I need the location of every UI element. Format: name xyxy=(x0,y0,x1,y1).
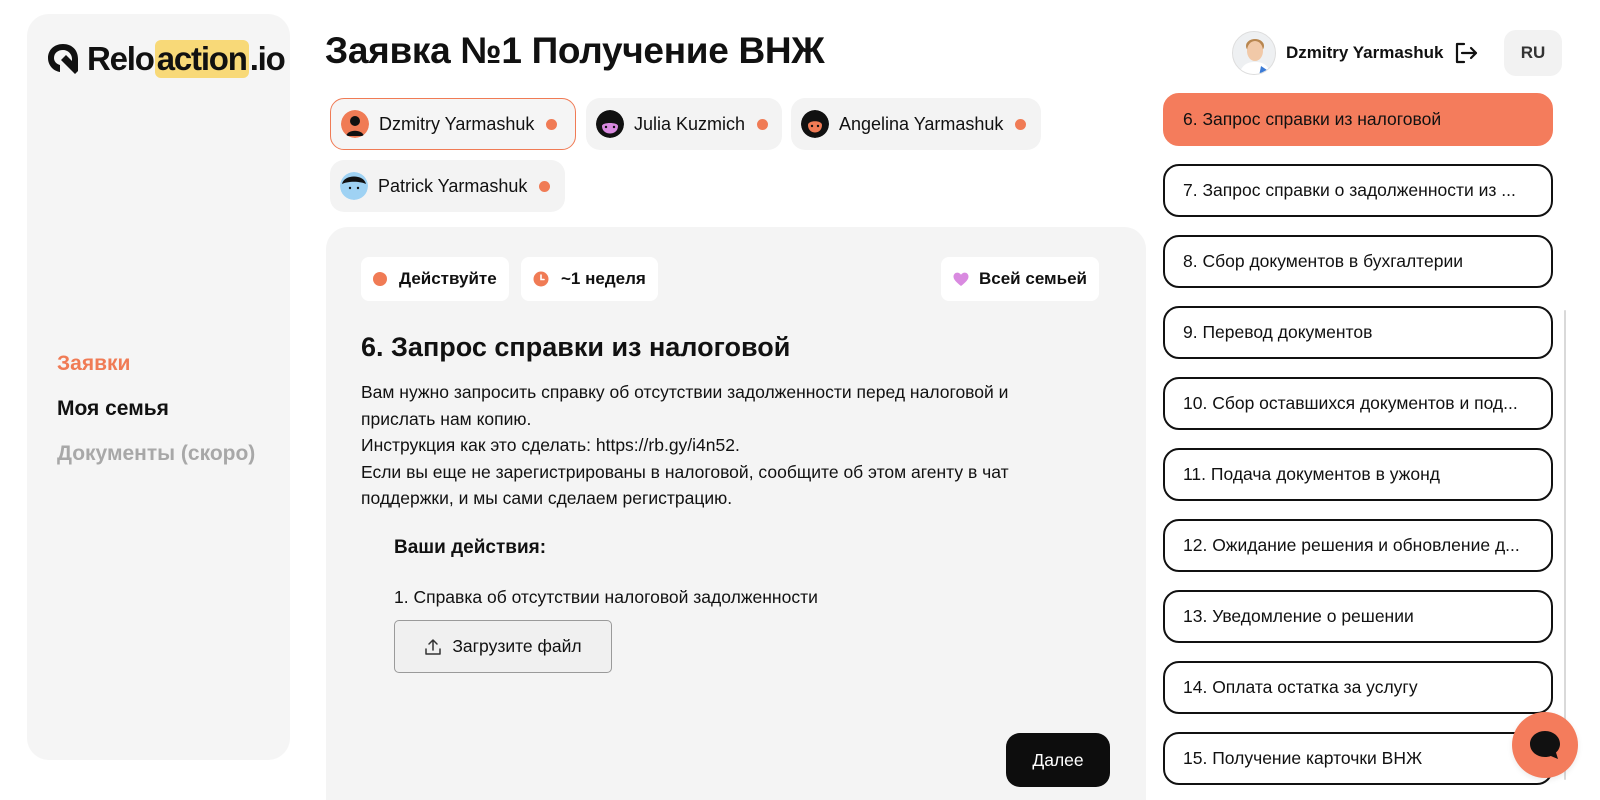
scope-label: Всей семьей xyxy=(979,269,1087,288)
chat-button[interactable] xyxy=(1512,712,1578,778)
member-avatar-icon xyxy=(341,110,369,138)
upload-file-button[interactable]: Загрузите файл xyxy=(394,620,612,673)
page-title: Заявка №1 Получение ВНЖ xyxy=(325,30,825,71)
member-status-dot xyxy=(1015,118,1027,130)
step-item-label: 9. Перевод документов xyxy=(1183,322,1373,342)
step-item-6[interactable]: 6. Запрос справки из налоговой xyxy=(1163,93,1553,146)
member-chip-dzmitry[interactable]: Dzmitry Yarmashuk xyxy=(330,98,576,150)
step-item-label: 10. Сбор оставшихся документов и под... xyxy=(1183,393,1518,413)
user-avatar[interactable] xyxy=(1232,31,1276,75)
upload-icon xyxy=(425,638,442,655)
member-name: Dzmitry Yarmashuk xyxy=(379,113,535,134)
sidebar-nav: Заявки Моя семья Документы (скоро) xyxy=(57,352,255,487)
description-line: поддержки, и мы сами сделаем регистрацию… xyxy=(361,488,733,508)
step-description: Вам нужно запросить справку об отсутстви… xyxy=(361,379,1081,512)
status-dot xyxy=(373,272,387,286)
step-item-11[interactable]: 11. Подача документов в ужонд xyxy=(1163,448,1553,501)
step-item-9[interactable]: 9. Перевод документов xyxy=(1163,306,1553,359)
member-name: Patrick Yarmashuk xyxy=(378,175,528,196)
member-name: Angelina Yarmashuk xyxy=(839,113,1004,134)
step-item-label: 7. Запрос справки о задолженности из ... xyxy=(1183,180,1516,200)
logo-part3: .io xyxy=(249,40,286,77)
step-item-label: 6. Запрос справки из налоговой xyxy=(1183,109,1442,129)
language-button[interactable]: RU xyxy=(1504,30,1562,76)
member-avatar-icon xyxy=(340,172,368,200)
sidebar: Relo action .io Заявки Моя семья Документы… xyxy=(27,14,290,760)
step-item-8[interactable]: 8. Сбор документов в бухгалтерии xyxy=(1163,235,1553,288)
duration-label: ~1 неделя xyxy=(561,269,646,288)
steps-scrollbar[interactable] xyxy=(1564,310,1566,780)
member-status-dot xyxy=(546,118,558,130)
step-title: 6. Запрос справки из налоговой xyxy=(361,332,791,362)
heart-icon xyxy=(953,272,969,286)
step-item-label: 15. Получение карточки ВНЖ xyxy=(1183,748,1423,768)
clock-icon xyxy=(533,271,549,287)
step-item-14[interactable]: 14. Оплата остатка за услугу xyxy=(1163,661,1553,714)
member-avatar-icon xyxy=(596,110,624,138)
logout-icon[interactable] xyxy=(1453,40,1479,66)
steps-list: 6. Запрос справки из налоговой 7. Запрос… xyxy=(1163,93,1555,800)
step-item-label: 12. Ожидание решения и обновление д... xyxy=(1183,535,1520,555)
logo[interactable]: Relo action .io xyxy=(45,40,286,78)
description-line: Если вы еще не зарегистрированы в налого… xyxy=(361,461,1009,482)
step-item-10[interactable]: 10. Сбор оставшихся документов и под... xyxy=(1163,377,1553,430)
scope-badge: Всей семьей xyxy=(941,257,1099,301)
actions-title: Ваши действия: xyxy=(394,537,547,558)
member-chip-angelina[interactable]: Angelina Yarmashuk xyxy=(791,98,1041,150)
user-menu: Dzmitry Yarmashuk xyxy=(1232,30,1479,76)
logo-icon xyxy=(48,44,78,74)
member-name: Julia Kuzmich xyxy=(634,113,746,134)
step-item-12[interactable]: 12. Ожидание решения и обновление д... xyxy=(1163,519,1553,572)
user-photo-icon xyxy=(1233,32,1275,74)
logo-text: Relo action .io xyxy=(87,40,286,78)
next-button[interactable]: Далее xyxy=(1006,733,1110,787)
upload-label: Загрузите файл xyxy=(452,636,582,656)
step-item-label: 13. Уведомление о решении xyxy=(1183,606,1414,626)
nav-item-applications[interactable]: Заявки xyxy=(57,352,255,376)
description-line: Инструкция как это сделать: https://rb.g… xyxy=(361,435,740,455)
logo-part2: action xyxy=(154,40,249,78)
user-name[interactable]: Dzmitry Yarmashuk xyxy=(1286,43,1443,63)
step-card: Действуйте ~1 неделя Всей семьей 6. Запр… xyxy=(326,227,1146,800)
description-line: прислать нам копию. xyxy=(361,408,532,429)
member-chip-patrick[interactable]: Patrick Yarmashuk xyxy=(330,160,565,212)
status-badge: Действуйте xyxy=(361,257,509,301)
member-chip-julia[interactable]: Julia Kuzmich xyxy=(586,98,782,150)
description-line: Вам нужно запросить справку об отсутстви… xyxy=(361,382,1009,402)
step-item-15[interactable]: 15. Получение карточки ВНЖ xyxy=(1163,732,1553,785)
member-status-dot xyxy=(757,118,769,130)
step-item-label: 11. Подача документов в ужонд xyxy=(1183,464,1440,484)
step-item-label: 14. Оплата остатка за услугу xyxy=(1183,677,1418,697)
step-item-7[interactable]: 7. Запрос справки о задолженности из ... xyxy=(1163,164,1553,217)
member-status-dot xyxy=(539,180,551,192)
action-item: 1. Справка об отсутствии налоговой задол… xyxy=(394,587,818,607)
step-item-label: 8. Сбор документов в бухгалтерии xyxy=(1183,251,1464,271)
step-item-13[interactable]: 13. Уведомление о решении xyxy=(1163,590,1553,643)
nav-item-documents: Документы (скоро) xyxy=(57,442,256,465)
chat-bubble-icon xyxy=(1530,731,1560,759)
status-label: Действуйте xyxy=(399,269,497,288)
member-avatar-icon xyxy=(801,110,829,138)
duration-badge: ~1 неделя xyxy=(521,257,658,301)
nav-item-family[interactable]: Моя семья xyxy=(57,397,255,421)
logo-part1: Relo xyxy=(87,40,155,77)
